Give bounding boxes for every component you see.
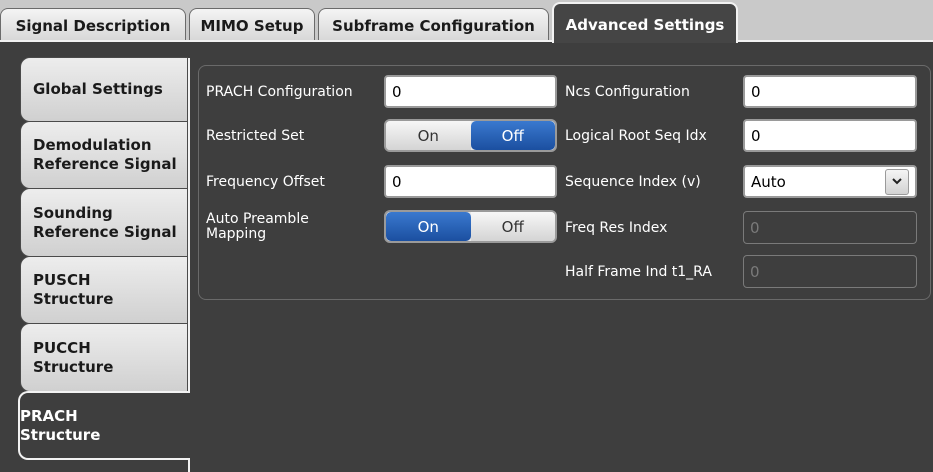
sidetab-label: Sounding Reference Signal: [33, 203, 177, 241]
tab-signal-description[interactable]: Signal Description: [0, 8, 186, 42]
sidetab-pusch-structure[interactable]: PUSCH Structure: [20, 256, 188, 324]
restricted-set-toggle[interactable]: On Off: [384, 119, 557, 152]
restricted-set-off-option[interactable]: Off: [470, 121, 555, 150]
logical-root-seq-idx-field[interactable]: 0: [743, 119, 917, 152]
sidetab-label: Demodulation Reference Signal: [33, 136, 177, 173]
sidetab-pucch-structure[interactable]: PUCCH Structure: [20, 323, 188, 392]
tab-subframe-configuration[interactable]: Subframe Configuration: [318, 8, 549, 42]
tab-advanced-settings[interactable]: Advanced Settings: [552, 2, 738, 43]
sidetab-prach-structure[interactable]: PRACH Structure: [18, 391, 190, 460]
tab-mimo-setup[interactable]: MIMO Setup: [189, 8, 315, 42]
auto-preamble-off-option[interactable]: Off: [470, 212, 555, 241]
half-frame-ind-field: 0: [743, 255, 917, 288]
sidetab-demodulation-reference-signal[interactable]: Demodulation Reference Signal: [20, 121, 188, 189]
restricted-set-on-option[interactable]: On: [386, 121, 471, 150]
freq-res-index-field: 0: [743, 211, 917, 244]
tab-label: Advanced Settings: [565, 16, 725, 34]
sequence-index-select[interactable]: Auto: [743, 165, 917, 198]
logical-root-seq-idx-label: Logical Root Seq Idx: [565, 128, 707, 144]
sidetab-global-settings[interactable]: Global Settings: [20, 57, 188, 122]
sidetab-label: Global Settings: [33, 80, 163, 98]
restricted-set-label: Restricted Set: [206, 128, 305, 144]
half-frame-ind-label: Half Frame Ind t1_RA: [565, 264, 712, 280]
sidetab-label: PUCCH Structure: [33, 338, 114, 376]
chevron-down-icon[interactable]: [885, 168, 909, 195]
prach-configuration-field[interactable]: 0: [384, 75, 557, 108]
auto-preamble-on-option[interactable]: On: [386, 212, 471, 241]
tab-label: Signal Description: [15, 16, 171, 35]
sequence-index-value: Auto: [751, 172, 786, 191]
tab-label: MIMO Setup: [200, 16, 304, 35]
freq-res-index-label: Freq Res Index: [565, 220, 668, 236]
prach-configuration-label: PRACH Configuration: [206, 84, 353, 100]
frequency-offset-field[interactable]: 0: [384, 165, 557, 198]
sidetab-label: PRACH Structure: [20, 406, 101, 444]
frequency-offset-label: Frequency Offset: [206, 174, 325, 190]
auto-preamble-mapping-toggle[interactable]: On Off: [384, 210, 557, 243]
tab-label: Subframe Configuration: [332, 16, 535, 35]
sequence-index-label: Sequence Index (v): [565, 174, 701, 190]
sidetab-label: PUSCH Structure: [33, 271, 114, 308]
auto-preamble-mapping-label: Auto Preamble Mapping: [206, 211, 309, 242]
ncs-configuration-field[interactable]: 0: [743, 75, 917, 108]
ncs-configuration-label: Ncs Configuration: [565, 84, 690, 100]
sidetab-sounding-reference-signal[interactable]: Sounding Reference Signal: [20, 188, 188, 257]
